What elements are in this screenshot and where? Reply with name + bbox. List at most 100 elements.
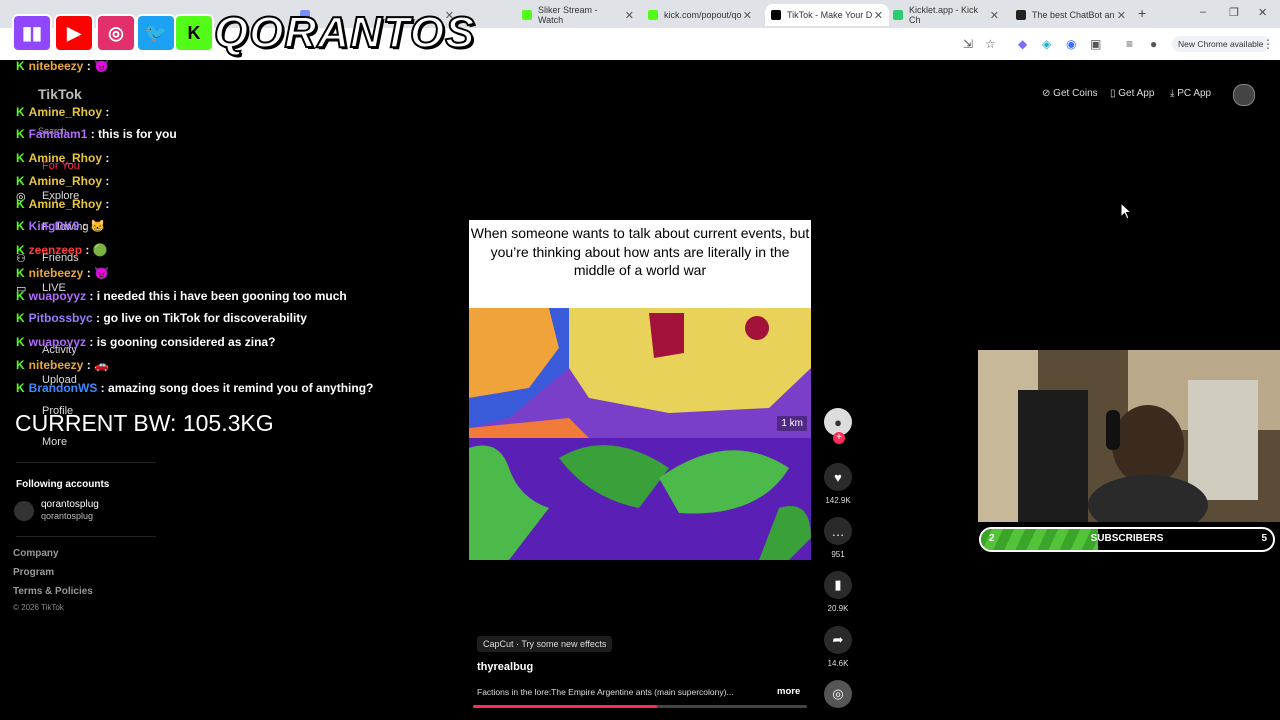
post-author[interactable]: thyrealbug: [477, 661, 533, 673]
webcam-image: [978, 350, 1280, 522]
browser-tab[interactable]: Sliker Stream - Watch ✕: [522, 4, 640, 26]
puzzle-icon[interactable]: ▣: [1090, 37, 1101, 51]
video-player[interactable]: When someone wants to talk about current…: [469, 220, 811, 560]
get-coins-label: Get Coins: [1053, 88, 1098, 99]
chat-message: Knitebeezy : 🚗: [16, 358, 109, 372]
chat-username: nitebeezy: [28, 59, 84, 73]
get-coins-button[interactable]: ⊘ Get Coins: [1042, 88, 1098, 99]
video-caption: When someone wants to talk about current…: [470, 225, 810, 278]
footer-link-program[interactable]: Program: [13, 567, 54, 578]
chat-message: K Amine_Rhoy :: [16, 105, 109, 119]
close-window-button[interactable]: ✕: [1258, 6, 1267, 19]
sidebar-item-more[interactable]: More: [42, 436, 67, 448]
kick-badge-icon: K: [16, 243, 25, 257]
kick-badge-icon: K: [16, 358, 25, 372]
kick-icon: K: [174, 14, 214, 52]
chat-text: is gooning considered as zina?: [96, 335, 276, 349]
comment-action[interactable]: … 951: [824, 517, 852, 559]
extension-icon[interactable]: ◉: [1066, 37, 1076, 51]
browser-tab-active[interactable]: TikTok - Make Your D ✕: [765, 4, 889, 26]
chat-message: Kwuapoyyz : is gooning considered as zin…: [16, 335, 275, 349]
chat-text: 😸: [90, 219, 105, 233]
like-count: 142.9K: [825, 496, 851, 505]
tab-label: kick.com/popout/qo: [664, 10, 742, 20]
chat-username: wuapoyyz: [28, 289, 87, 303]
chat-text: i needed this i have been gooning too mu…: [96, 289, 347, 303]
creator-avatar[interactable]: ● +: [824, 408, 852, 444]
close-icon[interactable]: ✕: [743, 9, 758, 22]
music-disc[interactable]: ◎: [824, 680, 852, 708]
share-count: 14.6K: [827, 659, 849, 668]
close-icon[interactable]: ✕: [990, 9, 1005, 22]
chat-message: K Amine_Rhoy :: [16, 174, 109, 188]
post-description: Factions in the lore:The Empire Argentin…: [477, 687, 734, 697]
chat-username: Pitbossbyc: [28, 311, 93, 325]
chat-message: K Amine_Rhoy :: [16, 197, 109, 211]
close-icon[interactable]: ✕: [1117, 9, 1132, 22]
kebab-menu-icon[interactable]: ⋮: [1262, 37, 1274, 51]
avatar[interactable]: [14, 501, 34, 521]
footer-link-company[interactable]: Company: [13, 548, 59, 559]
chat-separator: :: [86, 335, 97, 349]
instagram-icon: ◎: [96, 14, 136, 52]
mouse-cursor-icon: [1120, 202, 1132, 220]
tab-label: TikTok - Make Your D: [787, 10, 873, 20]
capcut-effect-tag[interactable]: CapCut · Try some new effects: [477, 636, 613, 652]
install-icon[interactable]: ⇲: [963, 37, 973, 51]
save-action[interactable]: ▮ 20.9K: [824, 571, 852, 613]
chat-separator: :: [102, 174, 110, 188]
tiktok-logo[interactable]: TikTok: [38, 86, 82, 102]
browser-tab[interactable]: kick.com/popout/qo ✕: [648, 4, 758, 26]
media-icon[interactable]: ≡: [1126, 37, 1133, 51]
chat-text: 🚗: [94, 358, 109, 372]
chat-separator: :: [102, 197, 110, 211]
share-action[interactable]: ➦ 14.6K: [824, 626, 852, 668]
tab-label: Kicklet.app - Kick Ch: [909, 5, 979, 25]
browser-tab[interactable]: Kicklet.app - Kick Ch ✕: [893, 4, 1005, 26]
footer-link-terms[interactable]: Terms & Policies: [13, 586, 93, 597]
more-link[interactable]: more: [777, 686, 800, 697]
chat-text: 🟢: [92, 243, 108, 257]
kick-badge-icon: K: [16, 219, 25, 233]
tab-favicon: [893, 10, 903, 20]
kick-badge-icon: K: [16, 311, 25, 325]
extension-icon[interactable]: ◈: [1042, 37, 1051, 51]
tab-label: Sliker Stream - Watch: [538, 5, 598, 25]
subscriber-label: SUBSCRIBERS: [1090, 533, 1164, 544]
minimize-button[interactable]: –: [1200, 6, 1206, 18]
kick-badge-icon: K: [16, 105, 25, 119]
tab-favicon: [1016, 10, 1026, 20]
close-icon[interactable]: ✕: [625, 9, 640, 22]
browser-tab[interactable]: The best ChatBot an ✕: [1016, 4, 1132, 26]
star-icon[interactable]: ☆: [985, 37, 996, 51]
subscriber-goal-bar: 2 SUBSCRIBERS 5: [979, 527, 1275, 552]
chat-message: K Pitbossbyc : go live on TikTok for disc…: [16, 311, 307, 325]
new-chrome-available-button[interactable]: New Chrome available: [1172, 36, 1270, 52]
follow-plus-icon[interactable]: +: [833, 432, 845, 444]
avatar[interactable]: [1233, 84, 1255, 106]
kick-badge-icon: K: [16, 335, 25, 349]
kick-badge-icon: K: [16, 197, 25, 211]
close-icon[interactable]: ✕: [874, 9, 889, 22]
extension-icon[interactable]: ◆: [1018, 37, 1027, 51]
new-tab-button[interactable]: +: [1138, 5, 1146, 21]
like-action[interactable]: ♥ 142.9K: [824, 463, 852, 505]
following-account-name[interactable]: qorantosplug: [41, 499, 99, 510]
profile-avatar-icon[interactable]: ●: [1150, 37, 1157, 51]
chat-separator: :: [79, 219, 91, 233]
get-app-button[interactable]: ▯ Get App: [1110, 88, 1154, 99]
chat-separator: :: [86, 289, 97, 303]
kick-badge-icon: K: [16, 289, 25, 303]
video-progress-bar[interactable]: [473, 705, 807, 708]
heart-icon: ♥: [824, 463, 852, 491]
kick-badge-icon: K: [16, 127, 25, 141]
pc-app-button[interactable]: ⤓ PC App: [1170, 88, 1211, 99]
chat-username: Amine_Rhoy: [28, 105, 103, 119]
chat-message: Kwuapoyyz : i needed this i have been go…: [16, 289, 347, 303]
chat-separator: :: [82, 243, 93, 257]
chat-message: K Amine_Rhoy :: [16, 151, 109, 165]
chat-username: wuapoyyz: [28, 335, 87, 349]
divider: [16, 462, 156, 463]
restore-button[interactable]: ❐: [1229, 6, 1239, 19]
chat-text: go live on TikTok for discoverability: [103, 311, 307, 325]
